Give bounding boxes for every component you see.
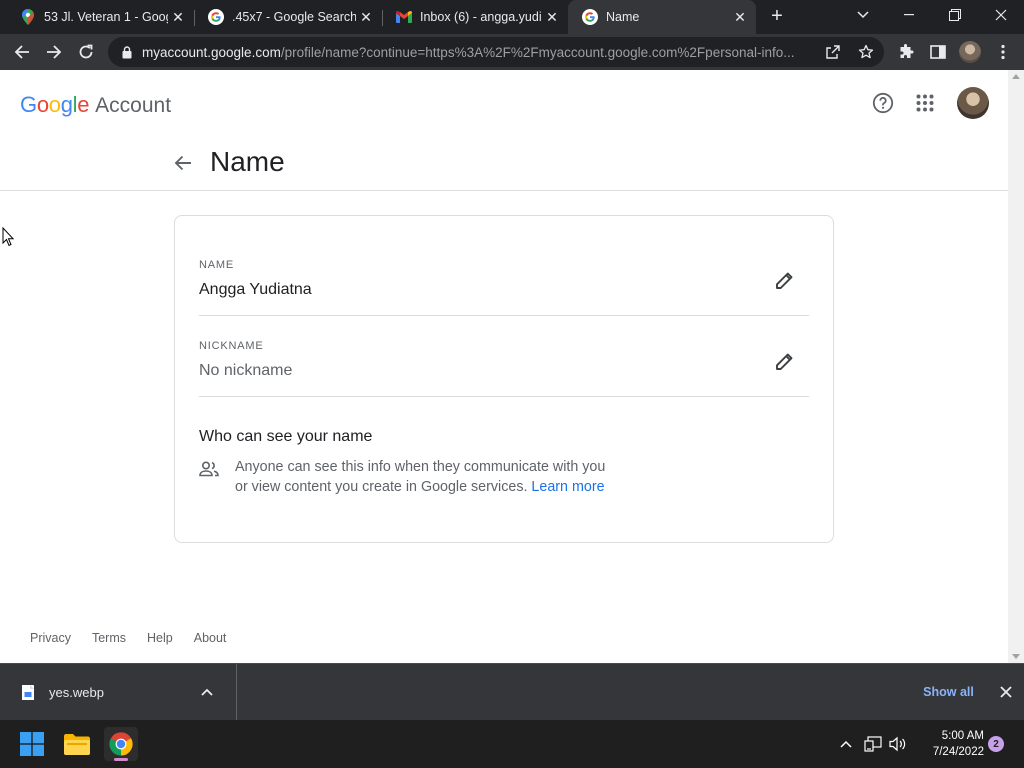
tab-google-maps[interactable]: 53 Jl. Veteran 1 - Google Maps ✕: [6, 0, 194, 34]
download-bar: yes.webp Show all: [0, 663, 1024, 720]
google-g-icon: [208, 9, 224, 25]
gmail-icon: [396, 9, 412, 25]
account-label: Account: [95, 94, 172, 117]
browser-toolbar: myaccount.google.com/profile/name?contin…: [0, 34, 1024, 70]
clock-time: 5:00 AM: [941, 730, 984, 742]
footer-links: Privacy Terms Help About: [30, 631, 247, 645]
scroll-up-arrow-icon[interactable]: [1012, 74, 1020, 79]
name-value: Angga Yudiatna: [199, 281, 312, 298]
show-all-button[interactable]: Show all: [911, 680, 986, 704]
network-icon[interactable]: [863, 734, 883, 754]
download-item[interactable]: yes.webp: [0, 664, 237, 720]
download-file-name: yes.webp: [49, 684, 104, 700]
tab-name-active[interactable]: Name ✕: [568, 0, 756, 34]
restore-icon[interactable]: [932, 0, 978, 30]
close-icon[interactable]: ✕: [168, 7, 188, 27]
footer-terms-link[interactable]: Terms: [92, 631, 126, 645]
page-content: Google Account Name NAME Angga Yudiatna …: [0, 70, 1008, 663]
close-icon[interactable]: [997, 683, 1015, 701]
profile-avatar[interactable]: [957, 39, 983, 65]
google-g-icon: [582, 9, 598, 25]
title-row: Name: [0, 142, 1008, 191]
page-title: Name: [210, 146, 285, 177]
tray-chevron-up-icon[interactable]: [836, 734, 856, 754]
nickname-value: No nickname: [199, 362, 293, 379]
windows-taskbar: 5:00 AM 7/24/2022 2: [0, 720, 1024, 768]
close-icon[interactable]: ✕: [730, 7, 750, 27]
menu-kebab-icon[interactable]: [990, 39, 1016, 65]
name-card: NAME Angga Yudiatna NICKNAME No nickname…: [174, 215, 834, 543]
edit-pencil-icon[interactable]: [773, 349, 797, 373]
tab-title: Name: [606, 10, 640, 24]
footer-privacy-link[interactable]: Privacy: [30, 631, 71, 645]
reload-icon[interactable]: [73, 39, 99, 65]
who-can-see-description: Anyone can see this info when they commu…: [235, 459, 606, 495]
close-icon[interactable]: ✕: [542, 7, 562, 27]
who-can-see-heading: Who can see your name: [199, 428, 373, 445]
windows-start-icon[interactable]: [15, 727, 49, 761]
close-icon[interactable]: ✕: [356, 7, 376, 27]
name-field[interactable]: NAME Angga Yudiatna: [199, 235, 809, 316]
footer-help-link[interactable]: Help: [147, 631, 173, 645]
notification-badge[interactable]: 2: [988, 736, 1004, 752]
maps-pin-icon: [20, 9, 36, 25]
google-account-logo[interactable]: Google Account: [20, 92, 171, 118]
back-icon[interactable]: [9, 39, 35, 65]
learn-more-link[interactable]: Learn more: [531, 479, 604, 495]
name-label: NAME: [199, 259, 234, 271]
tab-title: .45x7 - Google Search: [232, 10, 356, 24]
extensions-puzzle-icon[interactable]: [893, 39, 919, 65]
back-arrow-icon[interactable]: [171, 151, 195, 175]
share-icon[interactable]: [823, 42, 843, 62]
file-explorer-icon[interactable]: [60, 727, 94, 761]
nickname-label: NICKNAME: [199, 340, 264, 352]
minimize-icon[interactable]: [886, 0, 932, 30]
tab-search-chevron-icon[interactable]: [840, 0, 886, 30]
window-close-icon[interactable]: [978, 0, 1024, 30]
tab-title: 53 Jl. Veteran 1 - Google Maps: [44, 10, 168, 24]
people-icon: [199, 459, 219, 479]
side-panel-icon[interactable]: [925, 39, 951, 65]
url-text[interactable]: myaccount.google.com/profile/name?contin…: [142, 45, 820, 60]
tab-gmail-inbox[interactable]: Inbox (6) - angga.yudiatna@gmail.com ✕: [382, 0, 568, 34]
chevron-up-icon[interactable]: [199, 684, 215, 700]
tab-strip: 53 Jl. Veteran 1 - Google Maps ✕ .45x7 -…: [0, 0, 1024, 34]
mouse-cursor-icon: [2, 227, 14, 247]
volume-icon[interactable]: [888, 734, 908, 754]
chrome-taskbar-icon[interactable]: [104, 727, 138, 761]
file-icon: [22, 684, 34, 700]
scroll-down-arrow-icon[interactable]: [1012, 654, 1020, 659]
footer-about-link[interactable]: About: [194, 631, 227, 645]
system-clock[interactable]: 5:00 AM 7/24/2022: [914, 728, 984, 760]
google-logo: Google: [20, 92, 90, 117]
new-tab-plus-icon[interactable]: +: [766, 6, 788, 28]
help-icon[interactable]: [871, 91, 895, 115]
tab-title: Inbox (6) - angga.yudiatna@gmail.com: [420, 10, 542, 24]
nickname-field[interactable]: NICKNAME No nickname: [199, 316, 809, 397]
tab-google-search[interactable]: .45x7 - Google Search ✕: [194, 0, 382, 34]
page-scrollbar[interactable]: [1008, 70, 1024, 663]
edit-pencil-icon[interactable]: [773, 268, 797, 292]
forward-icon[interactable]: [41, 39, 67, 65]
clock-date: 7/24/2022: [932, 746, 984, 758]
bookmark-star-icon[interactable]: [856, 42, 876, 62]
lock-icon[interactable]: [120, 45, 134, 59]
apps-grid-icon[interactable]: [913, 91, 937, 115]
address-bar[interactable]: myaccount.google.com/profile/name?contin…: [108, 37, 884, 67]
account-avatar[interactable]: [957, 87, 989, 119]
